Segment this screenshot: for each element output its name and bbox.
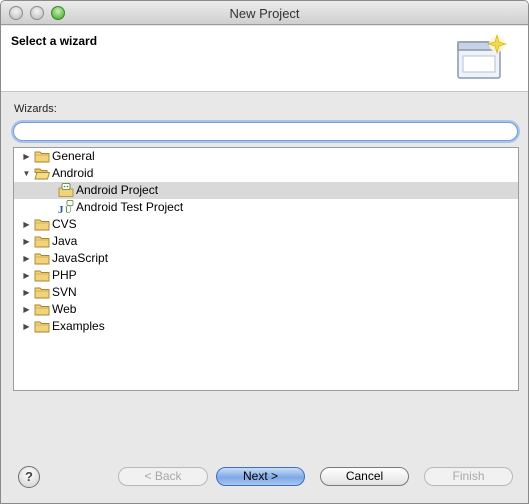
collapse-arrow-icon[interactable]: ▼: [22, 169, 31, 178]
new-project-dialog: New Project Select a wizard Wizards: ▶ Ge…: [0, 0, 529, 504]
wizard-filter-input[interactable]: [13, 122, 518, 141]
folder-icon: [34, 319, 50, 333]
tree-item-svn[interactable]: ▶ SVN: [14, 284, 518, 301]
wizards-label: Wizards:: [14, 103, 57, 115]
expand-arrow-icon[interactable]: ▶: [22, 152, 31, 161]
help-button[interactable]: ?: [18, 466, 40, 488]
expand-arrow-icon[interactable]: ▶: [22, 237, 31, 246]
tree-item-general[interactable]: ▶ General: [14, 148, 518, 165]
tree-item-php[interactable]: ▶ PHP: [14, 267, 518, 284]
tree-item-javascript[interactable]: ▶ JavaScript: [14, 250, 518, 267]
wizard-header: Select a wizard: [1, 26, 528, 92]
tree-item-android[interactable]: ▼ Android: [14, 165, 518, 182]
tree-item-label: Examples: [52, 319, 105, 333]
expand-arrow-icon[interactable]: ▶: [22, 322, 31, 331]
tree-item-java[interactable]: ▶ Java: [14, 233, 518, 250]
expand-arrow-icon[interactable]: ▶: [22, 288, 31, 297]
folder-icon: [34, 217, 50, 231]
window-title: New Project: [229, 6, 300, 21]
tree-item-examples[interactable]: ▶ Examples: [14, 318, 518, 335]
folder-icon: [34, 234, 50, 248]
tree-item-label: Web: [52, 302, 77, 316]
tree-item-label: Android Project: [76, 183, 159, 197]
tree-item-label: Java: [52, 234, 78, 248]
folder-icon: [34, 149, 50, 163]
tree-item-android-test-project[interactable]: J U Android Test Project: [14, 199, 518, 216]
folder-icon: [34, 302, 50, 316]
wizard-tree[interactable]: ▶ General ▼ Android Android Project J U Android…: [13, 147, 519, 391]
android-project-icon: [58, 183, 74, 197]
tree-item-label: JavaScript: [52, 251, 109, 265]
expand-arrow-icon[interactable]: ▶: [22, 254, 31, 263]
finish-button[interactable]: Finish: [424, 467, 513, 486]
svg-text:J: J: [58, 204, 64, 214]
new-wizard-banner-icon: [457, 34, 508, 79]
folder-open-icon: [34, 166, 51, 180]
junit-test-icon: JU: [58, 200, 74, 216]
tree-item-label: General: [52, 149, 95, 163]
next-button[interactable]: Next >: [216, 467, 305, 486]
tree-item-label: CVS: [52, 217, 77, 231]
back-button[interactable]: < Back: [118, 467, 208, 486]
tree-item-android-project[interactable]: Android Project: [14, 182, 518, 199]
header-title: Select a wizard: [11, 34, 98, 48]
expand-arrow-icon[interactable]: ▶: [22, 220, 31, 229]
cancel-button[interactable]: Cancel: [320, 467, 409, 486]
tree-item-label: Android Test Project: [76, 200, 184, 214]
tree-item-label: Android: [52, 166, 94, 180]
svg-text:U: U: [65, 205, 72, 214]
folder-icon: [34, 251, 50, 265]
tree-item-label: SVN: [52, 285, 77, 299]
tree-item-web[interactable]: ▶ Web: [14, 301, 518, 318]
folder-icon: [34, 285, 50, 299]
title-bar[interactable]: New Project: [1, 1, 528, 25]
tree-item-cvs[interactable]: ▶ CVS: [14, 216, 518, 233]
folder-icon: [34, 268, 50, 282]
tree-item-label: PHP: [52, 268, 77, 282]
expand-arrow-icon[interactable]: ▶: [22, 271, 31, 280]
expand-arrow-icon[interactable]: ▶: [22, 305, 31, 314]
